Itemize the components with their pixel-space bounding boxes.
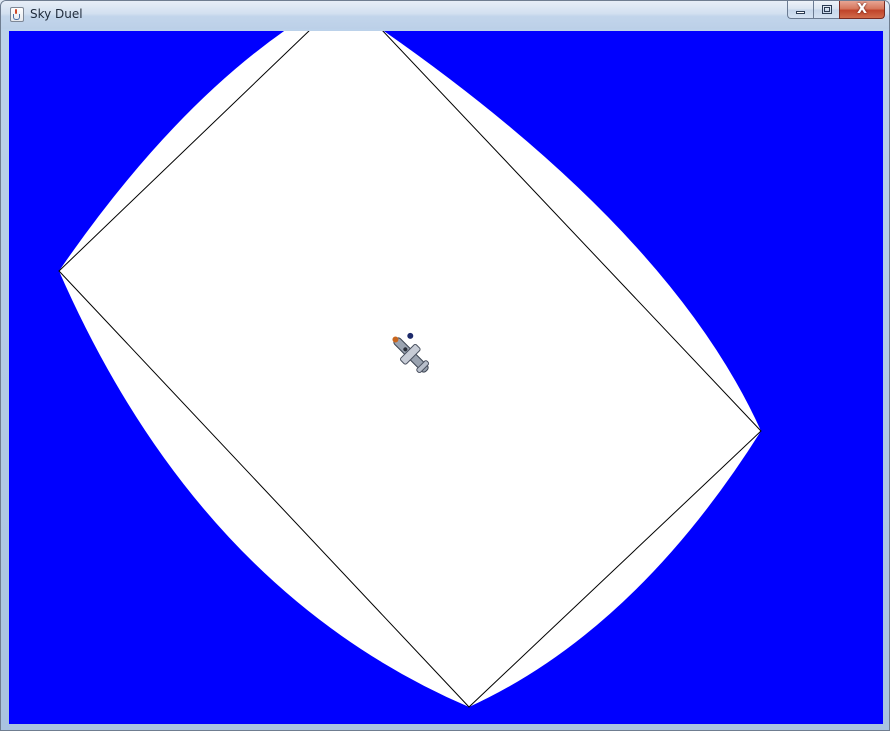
window-title: Sky Duel — [30, 7, 83, 21]
close-button[interactable]: X — [839, 1, 885, 19]
minimize-button[interactable] — [787, 1, 813, 19]
title-bar[interactable]: Sky Duel X — [1, 1, 889, 29]
close-icon: X — [856, 2, 868, 17]
caption-buttons: X — [787, 1, 885, 21]
java-cup-icon[interactable] — [10, 7, 24, 22]
maximize-icon — [822, 5, 832, 14]
java-cup-body — [13, 14, 20, 20]
maximize-button[interactable] — [813, 1, 839, 19]
minimize-icon — [796, 11, 805, 14]
application-window: Sky Duel X — [0, 0, 890, 731]
game-canvas[interactable] — [9, 31, 883, 724]
game-scene — [9, 31, 883, 724]
